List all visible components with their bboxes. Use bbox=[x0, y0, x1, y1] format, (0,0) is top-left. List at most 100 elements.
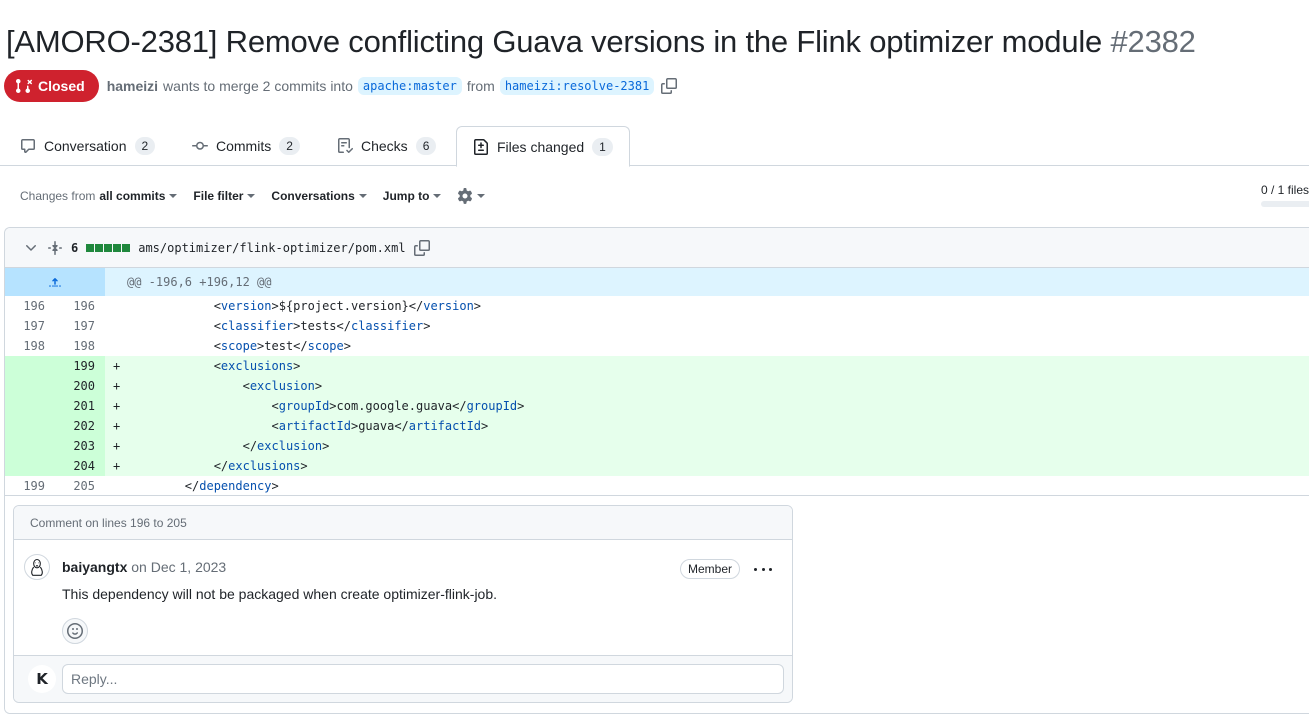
code-line: <version>${project.version}</version> bbox=[127, 299, 482, 313]
diff-sign: + bbox=[113, 459, 121, 473]
expand-up-button[interactable] bbox=[5, 268, 105, 296]
pr-number: #2382 bbox=[1110, 24, 1196, 59]
comment-date[interactable]: on Dec 1, 2023 bbox=[131, 559, 226, 575]
diff-line-context[interactable]: 196 196 <version>${project.version}</vers… bbox=[5, 296, 1309, 316]
checklist-icon bbox=[337, 138, 353, 154]
head-branch[interactable]: hameizi:resolve-2381 bbox=[499, 77, 655, 95]
tab-conversation[interactable]: Conversation 2 bbox=[4, 126, 171, 166]
new-line-number[interactable]: 200 bbox=[55, 376, 105, 396]
pr-title-line: [AMORO-2381] Remove conflicting Guava ve… bbox=[6, 24, 1196, 60]
old-line-number[interactable] bbox=[5, 396, 55, 416]
tab-checks[interactable]: Checks 6 bbox=[321, 126, 452, 166]
diff-sign: + bbox=[113, 399, 121, 413]
status-badge: Closed bbox=[4, 70, 99, 102]
new-line-number[interactable]: 197 bbox=[55, 316, 105, 336]
new-line-number[interactable]: 201 bbox=[55, 396, 105, 416]
jump-to-dropdown[interactable]: Jump to bbox=[383, 189, 442, 203]
pr-author-link[interactable]: hameizi bbox=[107, 78, 158, 94]
code-line: <groupId>com.google.guava</groupId> bbox=[127, 399, 525, 413]
file-filter-dropdown[interactable]: File filter bbox=[193, 189, 256, 203]
new-line-number[interactable]: 199 bbox=[55, 356, 105, 376]
merge-text: wants to merge 2 commits into bbox=[163, 78, 353, 94]
diff-line-context[interactable]: 198 198 <scope>test</scope> bbox=[5, 336, 1309, 356]
conversations-dropdown[interactable]: Conversations bbox=[271, 189, 367, 203]
new-line-number[interactable]: 203 bbox=[55, 436, 105, 456]
diff-lines: 196 196 <version>${project.version}</vers… bbox=[5, 296, 1309, 496]
diff-sign bbox=[105, 296, 127, 316]
more-options-icon[interactable] bbox=[754, 561, 772, 577]
new-line-number[interactable]: 198 bbox=[55, 336, 105, 356]
comment-icon bbox=[20, 138, 36, 154]
conversations-label: Conversations bbox=[271, 189, 355, 203]
chevron-down-icon bbox=[477, 194, 486, 198]
diff-line-added[interactable]: 203 + </exclusion> bbox=[5, 436, 1309, 456]
diff-line-added[interactable]: 204 + </exclusions> bbox=[5, 456, 1309, 476]
tab-count: 2 bbox=[134, 137, 156, 155]
tab-label: Conversation bbox=[44, 138, 127, 154]
files-viewed-bar bbox=[1261, 201, 1309, 207]
file-path[interactable]: ams/optimizer/flink-optimizer/pom.xml bbox=[138, 241, 405, 255]
old-line-number[interactable] bbox=[5, 416, 55, 436]
old-line-number[interactable] bbox=[5, 456, 55, 476]
diff-line-added[interactable]: 201 + <groupId>com.google.guava</groupId> bbox=[5, 396, 1309, 416]
diff-line-context[interactable]: 199 205 </dependency> bbox=[5, 476, 1309, 496]
expand-all-icon[interactable] bbox=[47, 240, 63, 256]
new-line-number[interactable]: 202 bbox=[55, 416, 105, 436]
file-diff-icon bbox=[473, 138, 489, 155]
diff-sign bbox=[105, 476, 127, 496]
hunk-header: @@ -196,6 +196,12 @@ bbox=[5, 268, 1309, 296]
smiley-icon bbox=[67, 623, 83, 639]
status-label: Closed bbox=[38, 78, 85, 94]
diff-line-context[interactable]: 197 197 <classifier>tests</classifier> bbox=[5, 316, 1309, 336]
tab-count: 1 bbox=[592, 137, 613, 156]
changes-from-dropdown[interactable]: Changes from all commits bbox=[20, 189, 178, 203]
code-line: </dependency> bbox=[127, 479, 279, 493]
old-line-number[interactable] bbox=[5, 436, 55, 456]
diff-settings-button[interactable] bbox=[457, 188, 486, 204]
old-line-number[interactable] bbox=[5, 376, 55, 396]
diff-line-added[interactable]: 200 + <exclusion> bbox=[5, 376, 1309, 396]
chevron-down-icon bbox=[433, 194, 442, 198]
add-reaction-button[interactable] bbox=[62, 618, 88, 644]
avatar[interactable] bbox=[24, 554, 50, 580]
old-line-number[interactable]: 198 bbox=[5, 336, 55, 356]
code-line: </exclusion> bbox=[127, 439, 330, 453]
reply-input[interactable] bbox=[62, 664, 784, 694]
code-line: <exclusions> bbox=[127, 359, 301, 373]
old-line-number[interactable] bbox=[5, 356, 55, 376]
diff-sign: + bbox=[113, 419, 121, 433]
new-line-number[interactable]: 196 bbox=[55, 296, 105, 316]
comment-author[interactable]: baiyangtx bbox=[62, 559, 127, 575]
code-line: </exclusions> bbox=[127, 459, 308, 473]
old-line-number[interactable]: 199 bbox=[5, 476, 55, 496]
changes-value: all commits bbox=[99, 189, 166, 203]
files-toolbar: Changes from all commits File filter Con… bbox=[20, 186, 486, 206]
diff-line-added[interactable]: 199 + <exclusions> bbox=[5, 356, 1309, 376]
tab-commits[interactable]: Commits 2 bbox=[176, 126, 316, 166]
base-branch[interactable]: apache:master bbox=[357, 77, 462, 95]
chevron-down-icon[interactable] bbox=[23, 240, 39, 256]
tab-count: 2 bbox=[279, 137, 300, 155]
file-filter-label: File filter bbox=[193, 189, 244, 203]
code-line: <exclusion> bbox=[127, 379, 323, 393]
tab-files-changed[interactable]: Files changed 1 bbox=[456, 126, 630, 167]
chevron-down-icon bbox=[358, 194, 367, 198]
diff-sign: + bbox=[113, 359, 121, 373]
pr-tabs: Conversation 2 Commits 2 Checks 6 Files … bbox=[0, 126, 1309, 167]
new-line-number[interactable]: 205 bbox=[55, 476, 105, 496]
tab-label: Commits bbox=[216, 138, 272, 154]
old-line-number[interactable]: 196 bbox=[5, 296, 55, 316]
review-thread: Comment on lines 196 to 205 baiyangtx on… bbox=[13, 505, 793, 703]
review-comment: baiyangtx on Dec 1, 2023 Member This dep… bbox=[14, 540, 792, 656]
new-line-number[interactable]: 204 bbox=[55, 456, 105, 476]
chevron-down-icon bbox=[169, 194, 178, 198]
commit-icon bbox=[192, 138, 208, 154]
file-changes-count: 6 bbox=[71, 240, 79, 255]
fold-up-icon bbox=[47, 274, 63, 290]
comment-author-line: baiyangtx on Dec 1, 2023 bbox=[62, 559, 226, 575]
copy-icon[interactable] bbox=[661, 78, 678, 94]
diff-line-added[interactable]: 202 + <artifactId>guava</artifactId> bbox=[5, 416, 1309, 436]
copy-icon[interactable] bbox=[413, 239, 430, 256]
tab-label: Files changed bbox=[497, 138, 585, 155]
old-line-number[interactable]: 197 bbox=[5, 316, 55, 336]
